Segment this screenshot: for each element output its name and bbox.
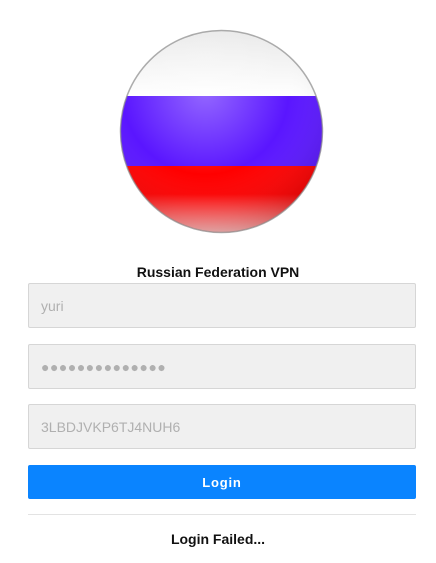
username-input[interactable] (28, 283, 416, 328)
login-button[interactable]: Login (28, 465, 416, 499)
password-input[interactable] (28, 344, 416, 389)
russian-flag-sphere-icon (119, 29, 324, 234)
key-input[interactable] (28, 404, 416, 449)
app-title: Russian Federation VPN (136, 264, 300, 280)
status-message: Login Failed... (170, 531, 266, 547)
divider (28, 514, 416, 515)
